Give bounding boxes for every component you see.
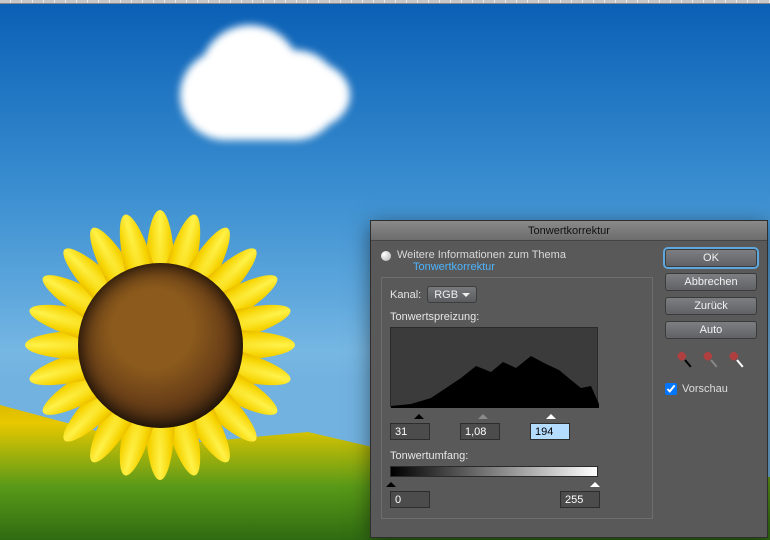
highlight-slider-icon[interactable]: [546, 409, 556, 419]
set-gray-eyedropper-icon[interactable]: [698, 347, 723, 372]
shadow-input[interactable]: [390, 423, 430, 440]
set-black-eyedropper-icon[interactable]: [672, 347, 697, 372]
output-levels-label: Tonwertumfang:: [390, 450, 644, 462]
gamma-input[interactable]: [460, 423, 500, 440]
back-button[interactable]: Zurück: [665, 297, 757, 315]
input-slider[interactable]: [390, 409, 598, 419]
sunflower: [5, 190, 315, 500]
ruler-top: [0, 0, 770, 4]
output-low-slider-icon[interactable]: [386, 477, 396, 487]
hint-link[interactable]: Tonwertkorrektur: [413, 261, 495, 273]
output-high-slider-icon[interactable]: [590, 477, 600, 487]
midtone-slider-icon[interactable]: [478, 409, 488, 419]
levels-dialog: Tonwertkorrektur Weitere Informationen z…: [370, 220, 768, 538]
histogram: [390, 327, 598, 407]
cancel-button[interactable]: Abbrechen: [665, 273, 757, 291]
ok-button[interactable]: OK: [665, 249, 757, 267]
output-slider[interactable]: [390, 477, 598, 487]
channel-label: Kanal:: [390, 289, 421, 301]
dialog-title[interactable]: Tonwertkorrektur: [371, 221, 767, 241]
cloud: [180, 50, 340, 140]
auto-button[interactable]: Auto: [665, 321, 757, 339]
highlight-input[interactable]: [530, 423, 570, 440]
lightbulb-icon: [381, 251, 391, 261]
preview-checkbox[interactable]: [665, 383, 677, 395]
preview-label: Vorschau: [682, 383, 728, 395]
input-levels-label: Tonwertspreizung:: [390, 311, 644, 323]
channel-select[interactable]: RGB: [427, 286, 477, 303]
output-low-input[interactable]: [390, 491, 430, 508]
shadow-slider-icon[interactable]: [414, 409, 424, 419]
output-high-input[interactable]: [560, 491, 600, 508]
output-gradient: [390, 466, 598, 477]
hint-row: Weitere Informationen zum Thema Tonwertk…: [381, 249, 653, 273]
set-white-eyedropper-icon[interactable]: [724, 347, 749, 372]
hint-text: Weitere Informationen zum Thema: [397, 249, 566, 261]
image-canvas: Tonwertkorrektur Weitere Informationen z…: [0, 0, 770, 540]
